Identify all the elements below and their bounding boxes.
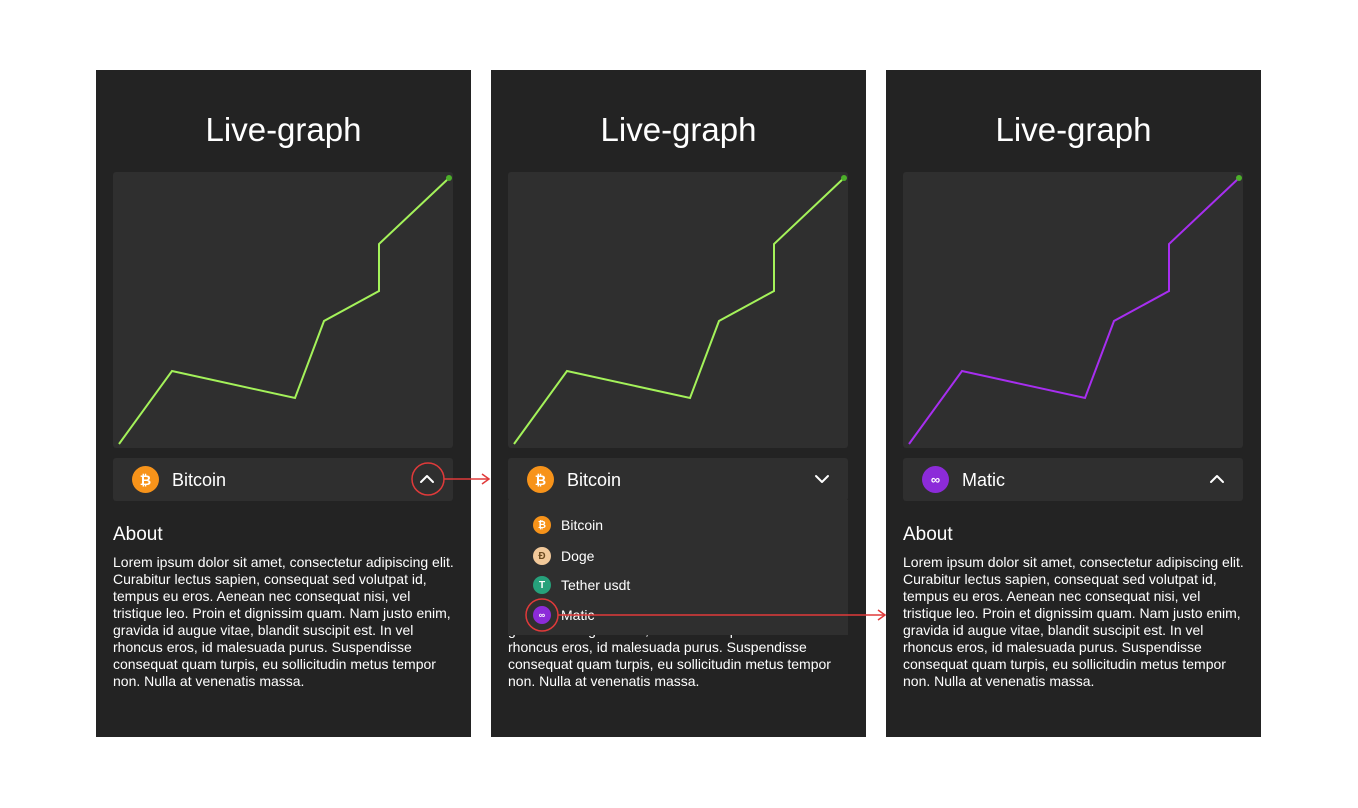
page-title: Live-graph (205, 111, 362, 148)
coin-select[interactable]: ∞ Matic (903, 458, 1243, 501)
tether-icon: T (533, 576, 551, 594)
screen-dropdown-open: Live-graph Lorem ipsum dolor sit amet, c… (491, 70, 866, 737)
dropdown-item-matic[interactable]: ∞ Matic (533, 605, 793, 625)
matic-icon: ∞ (922, 466, 949, 493)
price-line (908, 177, 1240, 445)
matic-icon: ∞ (533, 606, 551, 624)
dropdown-item-label: Doge (561, 548, 595, 564)
price-line-endpoint (1236, 175, 1242, 181)
coin-select[interactable]: ₿ Bitcoin (113, 458, 453, 501)
dropdown-item-doge[interactable]: Ð Doge (533, 546, 793, 566)
price-line (118, 177, 450, 445)
price-line (513, 177, 845, 445)
live-graph (903, 172, 1243, 448)
graph-svg (908, 175, 1242, 445)
coin-dropdown-menu: ₿ Bitcoin Ð Doge T Tether usdt ∞ Matic (508, 500, 848, 635)
graph-svg (513, 175, 847, 445)
dropdown-item-bitcoin[interactable]: ₿ Bitcoin (533, 515, 793, 535)
chevron-down-icon[interactable] (814, 471, 830, 487)
graph-svg (118, 175, 452, 445)
about-text: Lorem ipsum dolor sit amet, consectetur … (903, 554, 1244, 689)
chevron-up-icon[interactable] (419, 471, 435, 487)
about-text: Lorem ipsum dolor sit amet, consectetur … (113, 554, 454, 689)
dropdown-item-label: Tether usdt (561, 577, 631, 593)
chevron-up-icon[interactable] (1209, 471, 1225, 487)
page-title: Live-graph (600, 111, 757, 148)
selected-coin-label: Bitcoin (172, 470, 227, 490)
doge-icon: Ð (533, 547, 551, 565)
dropdown-item-label: Matic (561, 607, 595, 623)
price-line-endpoint (841, 175, 847, 181)
bitcoin-icon: ₿ (132, 466, 159, 493)
live-graph (113, 172, 453, 448)
screen-bitcoin-collapsed: Live-graph ₿ Bitcoin About Lorem ipsum d… (96, 70, 471, 737)
live-graph (508, 172, 848, 448)
page-title: Live-graph (995, 111, 1152, 148)
screen-matic-selected: Live-graph ∞ Matic About Lorem ipsum dol… (886, 70, 1261, 737)
flow-arrowhead-1 (481, 473, 491, 485)
about-heading: About (113, 524, 163, 545)
selected-coin-label: Bitcoin (567, 470, 622, 490)
coin-select[interactable]: ₿ Bitcoin (508, 458, 848, 501)
price-line-endpoint (446, 175, 452, 181)
dropdown-item-tether[interactable]: T Tether usdt (533, 575, 793, 595)
bitcoin-icon: ₿ (527, 466, 554, 493)
bitcoin-icon: ₿ (533, 516, 551, 534)
about-heading: About (903, 524, 953, 545)
flow-arrowhead-2 (877, 609, 887, 621)
selected-coin-label: Matic (962, 470, 1006, 490)
dropdown-item-label: Bitcoin (561, 517, 604, 533)
